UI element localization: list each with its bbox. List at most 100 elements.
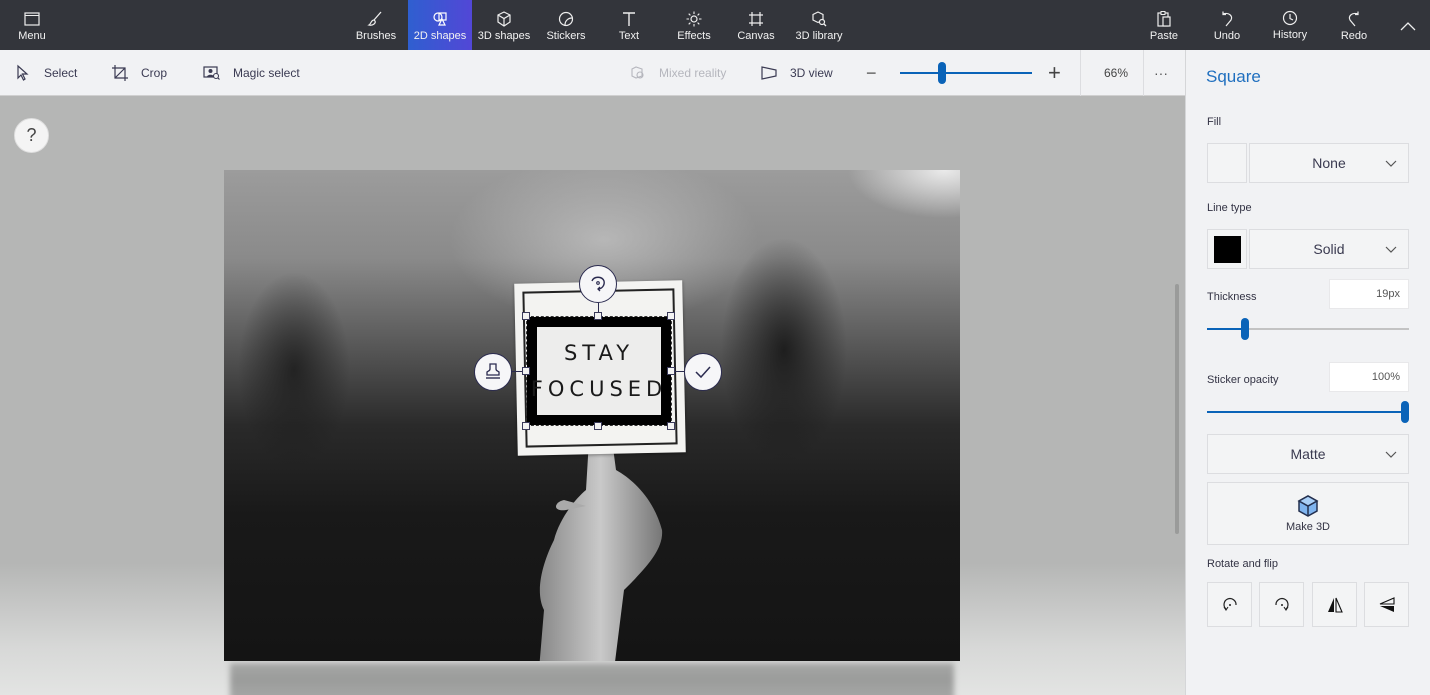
undo-button[interactable]: Undo (1208, 0, 1246, 50)
canvas-workspace[interactable]: ? STAY FOCUSED (0, 96, 1185, 695)
sticker-opacity-label: Sticker opacity (1207, 374, 1279, 386)
crop-button[interactable]: Crop (111, 50, 167, 96)
stamp-button[interactable] (474, 353, 512, 391)
cursor-icon (17, 64, 29, 81)
help-button[interactable]: ? (14, 118, 49, 153)
commit-button[interactable] (684, 353, 722, 391)
thickness-input[interactable]: 19px (1329, 279, 1409, 309)
rotate-left-icon (1222, 597, 1237, 611)
paste-button[interactable]: Paste (1145, 0, 1183, 50)
resize-handle-top-right[interactable] (667, 312, 675, 320)
folder-icon (24, 12, 40, 26)
undo-icon (1222, 11, 1233, 27)
flip-horizontal-button[interactable] (1312, 582, 1357, 627)
question-icon: ? (26, 125, 37, 145)
panel-title: Square (1206, 67, 1261, 86)
select-button[interactable]: Select (14, 50, 77, 96)
sticker-opacity-input[interactable]: 100% (1329, 362, 1409, 392)
zoom-slider-thumb[interactable] (938, 62, 947, 84)
rotate-flip-label: Rotate and flip (1207, 558, 1278, 570)
line-type-dropdown[interactable]: Solid (1249, 229, 1409, 269)
redo-icon (1348, 11, 1359, 27)
tab-2d-shapes[interactable]: 2D shapes (408, 0, 472, 50)
brush-icon (367, 11, 382, 26)
line-type-label: Line type (1207, 202, 1252, 214)
tab-stickers[interactable]: Stickers (540, 0, 592, 50)
line-color-fill (1214, 236, 1241, 263)
menu-button[interactable]: Menu (10, 0, 54, 50)
resize-handle-right[interactable] (667, 367, 675, 375)
magic-select-button[interactable]: Magic select (203, 50, 300, 96)
2d-shapes-icon (433, 12, 447, 26)
rotate-left-button[interactable] (1207, 582, 1252, 627)
sticker-icon (558, 11, 574, 27)
mixed-reality-button[interactable]: Mixed reality (629, 50, 726, 96)
tab-3d-library[interactable]: 3D library (792, 0, 846, 50)
opacity-slider-thumb[interactable] (1401, 401, 1409, 423)
history-button[interactable]: History (1268, 0, 1312, 50)
tab-canvas[interactable]: Canvas (736, 0, 776, 50)
make-3d-button[interactable]: Make 3D (1207, 482, 1409, 545)
tab-text[interactable]: Text (610, 0, 648, 50)
rotate-right-button[interactable] (1259, 582, 1304, 627)
flip-vertical-icon (1379, 596, 1395, 612)
opacity-slider[interactable] (1207, 401, 1409, 423)
fill-dropdown[interactable]: None (1249, 143, 1409, 183)
hand-shape (539, 440, 663, 661)
square-shape[interactable]: STAY FOCUSED (527, 317, 671, 425)
history-icon (1282, 10, 1298, 26)
tab-brushes[interactable]: Brushes (350, 0, 402, 50)
resize-handle-bottom-left[interactable] (522, 422, 530, 430)
resize-handle-top-left[interactable] (522, 312, 530, 320)
collapse-ribbon-button[interactable] (1395, 0, 1421, 50)
crop-icon (112, 65, 128, 81)
thickness-slider[interactable] (1207, 318, 1409, 340)
resize-handle-left[interactable] (522, 367, 530, 375)
thickness-slider-thumb[interactable] (1241, 318, 1250, 340)
fill-color-swatch[interactable] (1207, 143, 1247, 183)
chevron-up-icon (1400, 22, 1416, 31)
zoom-slider-track (900, 72, 1032, 74)
magic-select-icon (203, 66, 220, 80)
top-ribbon: Menu Brushes 2D shapes 3D shapes Sticker… (0, 0, 1430, 50)
sticker-text-line-1: STAY (563, 341, 635, 365)
chevron-down-icon (1385, 451, 1397, 458)
tool-options-bar: Select Crop Magic select Mixed reality 3… (0, 50, 1185, 96)
tab-3d-shapes[interactable]: 3D shapes (474, 0, 534, 50)
3d-cube-icon (497, 11, 511, 27)
line-color-swatch[interactable] (1207, 229, 1247, 269)
canvas-icon (749, 12, 763, 26)
resize-handle-bottom[interactable] (594, 422, 602, 430)
flip-horizontal-icon (1327, 597, 1343, 613)
thickness-label: Thickness (1207, 291, 1257, 303)
chevron-down-icon (1385, 160, 1397, 167)
tab-effects[interactable]: Effects (672, 0, 716, 50)
canvas-image[interactable]: STAY FOCUSED (224, 170, 960, 661)
rotate-handle[interactable] (579, 265, 617, 303)
zoom-in-button[interactable]: + (1048, 50, 1061, 96)
3d-view-button[interactable]: 3D view (760, 50, 833, 96)
flip-vertical-button[interactable] (1364, 582, 1409, 627)
zoom-out-button[interactable]: − (866, 50, 877, 96)
thickness-slider-fill (1207, 328, 1246, 330)
rotate-icon (591, 276, 605, 292)
3d-view-icon (761, 66, 777, 80)
resize-handle-top[interactable] (594, 312, 602, 320)
3d-cube-icon (1297, 495, 1319, 517)
finish-dropdown[interactable]: Matte (1207, 434, 1409, 474)
chevron-down-icon (1385, 246, 1397, 253)
vertical-scrollbar[interactable] (1175, 284, 1179, 534)
resize-handle-bottom-right[interactable] (667, 422, 675, 430)
canvas-reflection (230, 663, 954, 695)
zoom-level[interactable]: 66% (1104, 50, 1128, 96)
divider (1143, 50, 1144, 96)
properties-panel: Square Fill None Line type Solid Thickne… (1185, 50, 1430, 695)
zoom-slider[interactable] (900, 62, 1032, 84)
text-icon (623, 12, 635, 26)
redo-button[interactable]: Redo (1335, 0, 1373, 50)
opacity-slider-fill (1207, 411, 1409, 413)
more-options-button[interactable]: ··· (1154, 50, 1168, 96)
sun-icon (686, 11, 702, 27)
checkmark-icon (695, 366, 711, 379)
stamp-icon (486, 363, 500, 379)
